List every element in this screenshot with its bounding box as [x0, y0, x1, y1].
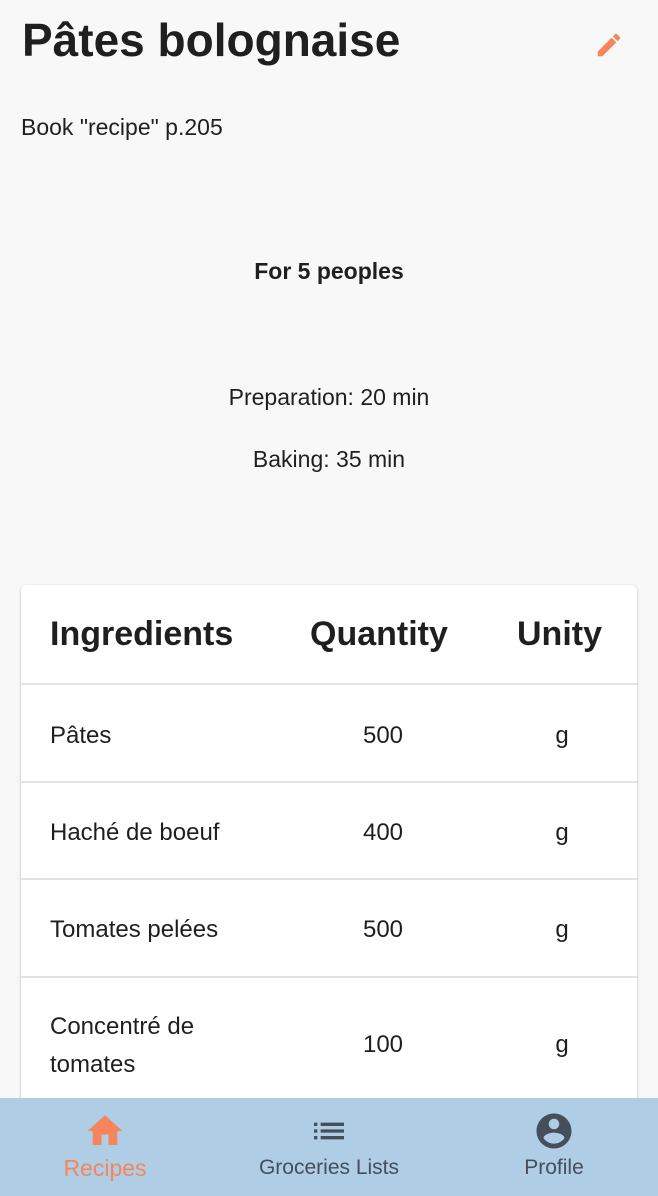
recipe-detail-screen: Pâtes bolognaise Book "recipe" p.205 For… — [0, 0, 658, 1196]
nav-label-recipes: Recipes — [63, 1155, 147, 1181]
ingredient-cell: Concentré de tomates — [50, 1013, 195, 1078]
quantity-cell: 500 — [362, 916, 404, 943]
column-header-quantity: Quantity — [310, 615, 448, 653]
quantity-cell: 100 — [362, 1031, 404, 1058]
recipe-title: Pâtes bolognaise — [22, 14, 401, 66]
page-header: Pâtes bolognaise — [0, 0, 658, 90]
column-header-ingredients: Ingredients — [50, 615, 234, 653]
ingredients-table: Ingredients Quantity Unity Pâtes 500 g H… — [21, 585, 637, 1145]
nav-item-profile[interactable]: Profile — [454, 1098, 654, 1196]
pencil-icon — [597, 33, 621, 57]
list-icon — [308, 1110, 350, 1152]
unit-cell: g — [555, 819, 569, 846]
quantity-cell: 500 — [362, 722, 404, 749]
bottom-navigation: Recipes Groceries Lists Profile — [0, 1098, 658, 1196]
recipe-source: Book "recipe" p.205 — [21, 114, 223, 140]
nav-label-groceries-lists: Groceries Lists — [258, 1156, 400, 1179]
nav-label-profile: Profile — [524, 1156, 584, 1179]
unit-cell: g — [555, 722, 569, 749]
table-row: Pâtes 500 g — [21, 685, 637, 783]
home-icon — [84, 1110, 126, 1152]
nav-item-recipes[interactable]: Recipes — [5, 1098, 205, 1196]
table-header-row: Ingredients Quantity Unity — [21, 585, 637, 685]
edit-recipe-button[interactable] — [584, 20, 634, 70]
ingredient-cell: Pâtes — [50, 722, 112, 749]
baking-time: Baking: 35 min — [252, 446, 406, 472]
preparation-time: Preparation: 20 min — [228, 384, 430, 410]
servings-text: For 5 peoples — [254, 258, 404, 284]
ingredient-cell: Tomates pelées — [50, 916, 219, 943]
ingredient-cell: Haché de boeuf — [50, 819, 220, 846]
account-circle-icon — [533, 1110, 575, 1152]
unit-cell: g — [555, 1031, 569, 1058]
nav-item-groceries-lists[interactable]: Groceries Lists — [229, 1098, 429, 1196]
quantity-cell: 400 — [362, 819, 404, 846]
column-header-unity: Unity — [517, 615, 602, 653]
table-row: Tomates pelées 500 g — [21, 880, 637, 978]
table-row: Haché de boeuf 400 g — [21, 783, 637, 880]
unit-cell: g — [555, 916, 569, 943]
